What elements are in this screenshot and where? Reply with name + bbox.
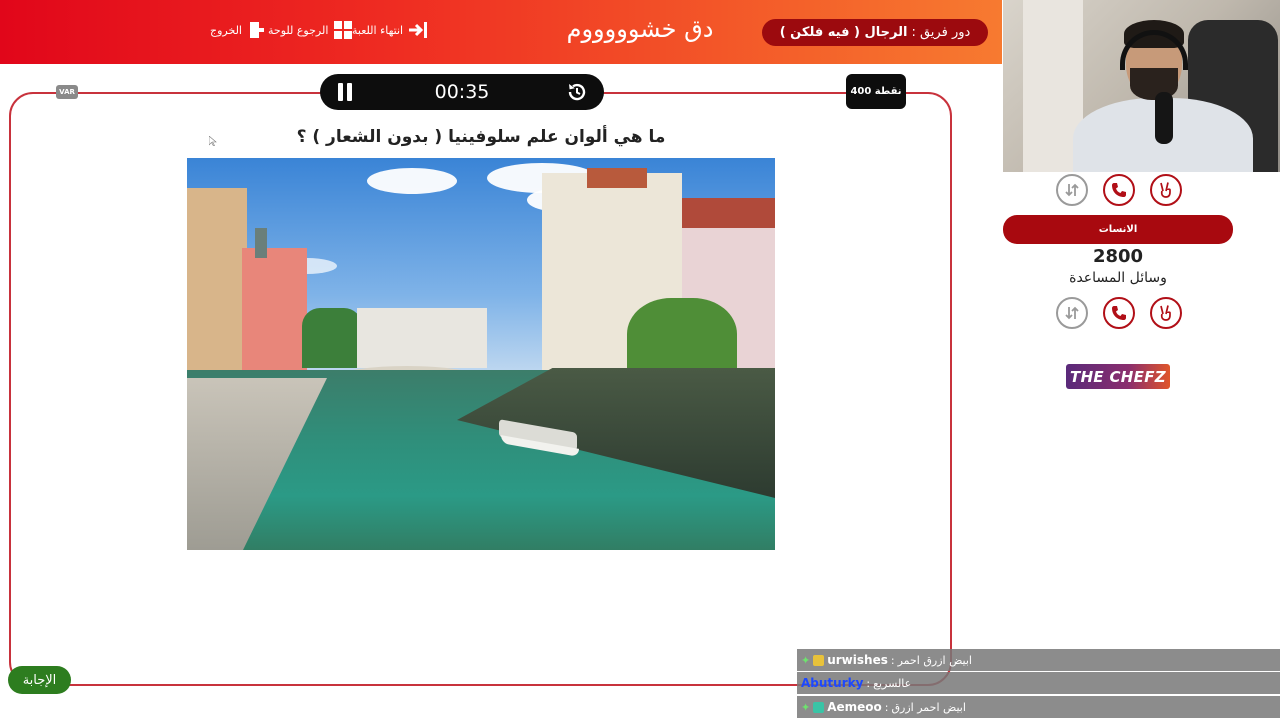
star-icon: ✦	[801, 700, 811, 714]
points-badge: 400 نقطة	[846, 74, 906, 109]
back-to-board-button[interactable]: الرجوع للوحة	[268, 20, 353, 40]
var-button[interactable]: VAR	[56, 85, 78, 99]
team-name-pill: الانسات	[1003, 215, 1233, 244]
exit-icon	[250, 22, 264, 38]
webcam-feed	[1003, 0, 1280, 172]
boat-icon	[499, 419, 579, 457]
chat-username: Abuturky	[801, 676, 864, 690]
reset-timer-icon[interactable]	[566, 81, 588, 103]
chat-text: ابيض ازرق احمر	[897, 653, 972, 667]
question-image	[187, 158, 775, 550]
back-to-board-label: الرجوع للوحة	[268, 23, 329, 37]
sponsor-logo: THE CHEFZ	[1066, 364, 1170, 389]
turn-prefix: دور فريق :	[911, 25, 971, 40]
chat-message: ✦ urwishes : ابيض ازرق احمر	[797, 649, 1280, 671]
game-screen: الخروج الرجوع للوحة انتهاء اللعبة دق خشو…	[0, 0, 1280, 720]
swap-icon	[1065, 183, 1079, 197]
grid-icon	[334, 21, 353, 39]
lifeline-call[interactable]	[1103, 174, 1135, 206]
exit-label: الخروج	[210, 23, 242, 37]
helpers-label: وسائل المساعدة	[1069, 270, 1167, 286]
turn-team-name: الرجال ( فيه فلكن )	[779, 25, 908, 40]
star-icon: ✦	[801, 653, 811, 667]
team-lifelines	[1056, 297, 1182, 329]
chat-text: عالسريع	[873, 676, 912, 690]
chat-message: Abuturky : عالسريع	[797, 672, 1280, 694]
lifeline-swap[interactable]	[1056, 297, 1088, 329]
game-title: دق خشوووووم	[566, 15, 714, 43]
exit-button[interactable]: الخروج	[210, 20, 267, 40]
swap-icon	[1065, 306, 1079, 320]
chat-username: Aemeoo	[827, 700, 882, 714]
chat-badge-icon	[813, 654, 825, 666]
chat-text: ابيض احمر ازرق	[891, 700, 966, 714]
lifeline-call[interactable]	[1103, 297, 1135, 329]
answer-button[interactable]: الإجابة	[8, 666, 71, 694]
top-bar: الخروج الرجوع للوحة انتهاء اللعبة دق خشو…	[0, 0, 1002, 64]
timer-display: 00:35	[434, 81, 490, 103]
lifeline-swap[interactable]	[1056, 174, 1088, 206]
team-score: 2800	[1092, 246, 1144, 267]
lifeline-two-answers[interactable]	[1150, 174, 1182, 206]
timer-bar: 00:35	[320, 74, 604, 110]
phone-icon	[1112, 306, 1126, 320]
chat-message: ✦ Aemeoo : ابيض احمر ازرق	[797, 696, 1280, 718]
end-game-label: انتهاء اللعبة	[352, 23, 404, 37]
peace-hand-icon	[1160, 305, 1171, 321]
opponent-lifelines	[1056, 174, 1182, 206]
mouse-cursor-icon	[209, 136, 217, 146]
phone-icon	[1112, 183, 1126, 197]
chat-username: urwishes	[827, 653, 888, 667]
question-text: ما هي ألوان علم سلوفينيا ( بدون الشعار )…	[296, 127, 666, 147]
end-game-button[interactable]: انتهاء اللعبة	[352, 20, 428, 40]
team-turn-indicator: دور فريق : الرجال ( فيه فلكن )	[762, 19, 988, 46]
lifeline-two-answers[interactable]	[1150, 297, 1182, 329]
peace-hand-icon	[1160, 182, 1171, 198]
end-arrow-icon	[409, 22, 428, 38]
chat-badge-icon	[813, 701, 825, 713]
